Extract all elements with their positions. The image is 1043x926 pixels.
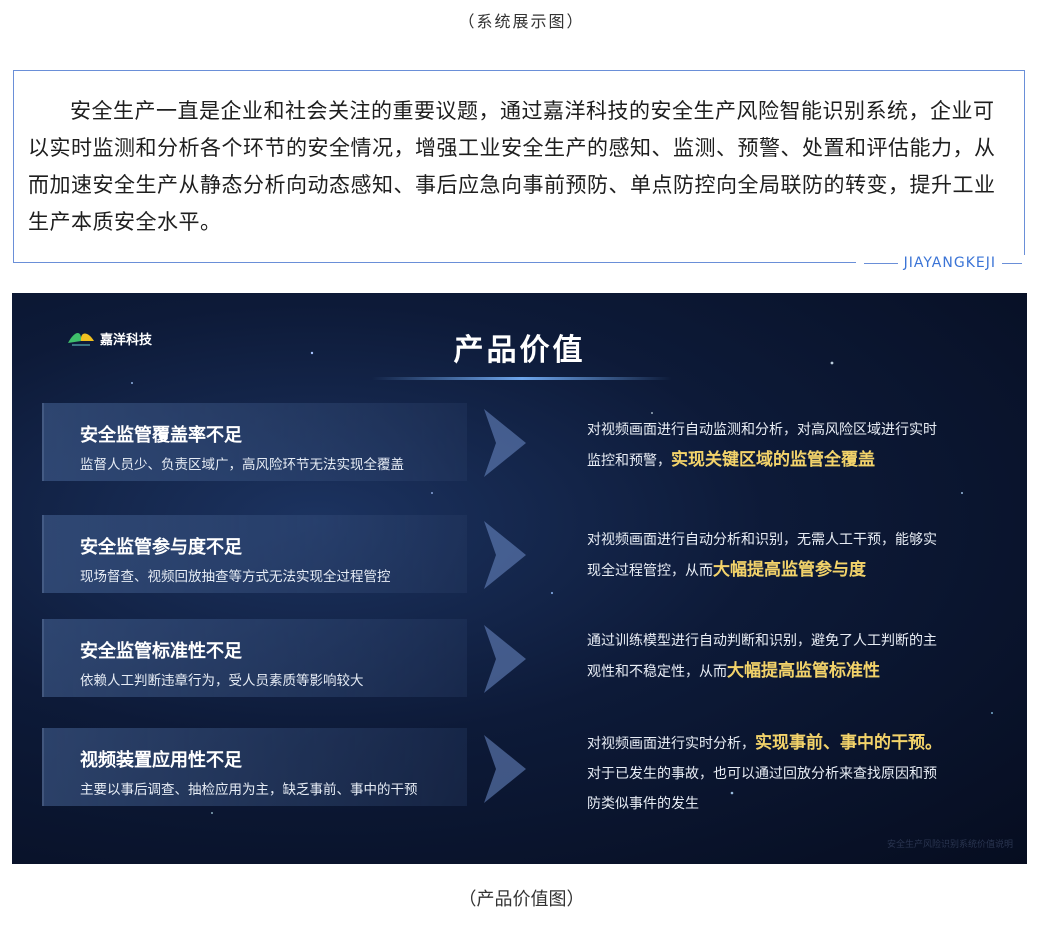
chevron-right-icon [484, 521, 526, 589]
problem-desc: 现场督查、视频回放抽查等方式无法实现全过程管控 [80, 569, 391, 585]
title-underline-glow [372, 377, 672, 380]
value-line-text: 对视频画面进行自动分析和识别，无需人工干预，能够实 [587, 532, 937, 548]
value-line-text: 现全过程管控，从而 [587, 563, 713, 579]
value-highlight: 大幅提高监管标准性 [727, 661, 880, 681]
product-value-slide: 嘉洋科技 产品价值 安全监管覆盖率不足 监督人员少、负责区域广，高风险环节无法实… [12, 293, 1027, 864]
problem-card-standard: 安全监管标准性不足 依赖人工判断违章行为，受人员素质等影响较大 [42, 619, 467, 697]
chevron-right-icon [484, 409, 526, 477]
value-highlight: 大幅提高监管参与度 [713, 560, 866, 580]
slide-watermark: 安全生产风险识别系统价值说明 [886, 840, 1013, 850]
problem-title: 安全监管参与度不足 [80, 537, 242, 558]
value-text-application: 对视频画面进行实时分析，实现事前、事中的干预。 对于已发生的事故，也可以通过回放… [587, 728, 977, 819]
value-text-coverage: 对视频画面进行自动监测和分析，对高风险区域进行实时 监控和预警，实现关键区域的监… [587, 415, 977, 476]
value-line: 对于已发生的事故，也可以通过回放分析来查找原因和预 [587, 759, 977, 789]
brand-tag: JIAYANGKEJI [855, 255, 1026, 271]
problem-title: 视频装置应用性不足 [80, 750, 242, 771]
top-caption: （系统展示图） [458, 12, 585, 31]
value-line-text: 监控和预警， [587, 453, 671, 469]
value-line: 监控和预警，实现关键区域的监管全覆盖 [587, 445, 977, 476]
chevron-right-icon [484, 735, 526, 803]
problem-card-application: 视频装置应用性不足 主要以事后调查、抽检应用为主，缺乏事前、事中的干预 [42, 728, 467, 806]
problem-card-participation: 安全监管参与度不足 现场督查、视频回放抽查等方式无法实现全过程管控 [42, 515, 467, 593]
problem-title: 安全监管标准性不足 [80, 641, 242, 662]
value-line: 观性和不稳定性，从而大幅提高监管标准性 [587, 656, 977, 687]
value-text-participation: 对视频画面进行自动分析和识别，无需人工干预，能够实 现全过程管控，从而大幅提高监… [587, 525, 977, 586]
divider-left [863, 262, 898, 264]
value-line-text: 对于已发生的事故，也可以通过回放分析来查找原因和预 [587, 766, 937, 782]
problem-desc: 监督人员少、负责区域广，高风险环节无法实现全覆盖 [80, 457, 404, 473]
problem-desc: 依赖人工判断违章行为，受人员素质等影响较大 [80, 673, 364, 689]
value-line-text: 观性和不稳定性，从而 [587, 664, 727, 680]
problem-title: 安全监管覆盖率不足 [80, 425, 242, 446]
slide-title: 产品价值 [453, 333, 586, 368]
chevron-right-icon [484, 625, 526, 693]
value-line: 对视频画面进行自动分析和识别，无需人工干预，能够实 [587, 525, 977, 555]
value-line-text: 通过训练模型进行自动判断和识别，避免了人工判断的主 [587, 633, 937, 649]
problem-desc: 主要以事后调查、抽检应用为主，缺乏事前、事中的干预 [80, 782, 418, 798]
divider-right [1002, 262, 1022, 264]
brand-tag-label: JIAYANGKEJI [903, 255, 996, 271]
problem-card-coverage: 安全监管覆盖率不足 监督人员少、负责区域广，高风险环节无法实现全覆盖 [42, 403, 467, 481]
value-line: 现全过程管控，从而大幅提高监管参与度 [587, 555, 977, 586]
value-line: 对视频画面进行实时分析，实现事前、事中的干预。 [587, 728, 977, 759]
value-line: 防类似事件的发生 [587, 789, 977, 819]
value-highlight: 实现关键区域的监管全覆盖 [671, 450, 875, 470]
value-line: 对视频画面进行自动监测和分析，对高风险区域进行实时 [587, 415, 977, 445]
value-line-text: 对视频画面进行实时分析， [587, 736, 755, 752]
bottom-caption: （产品价值图） [458, 889, 585, 910]
value-highlight: 实现事前、事中的干预。 [755, 733, 942, 753]
value-text-standard: 通过训练模型进行自动判断和识别，避免了人工判断的主 观性和不稳定性，从而大幅提高… [587, 626, 977, 687]
value-line: 通过训练模型进行自动判断和识别，避免了人工判断的主 [587, 626, 977, 656]
value-line-text: 对视频画面进行自动监测和分析，对高风险区域进行实时 [587, 422, 937, 438]
intro-quote-box: 安全生产一直是企业和社会关注的重要议题，通过嘉洋科技的安全生产风险智能识别系统，… [13, 70, 1026, 271]
intro-paragraph: 安全生产一直是企业和社会关注的重要议题，通过嘉洋科技的安全生产风险智能识别系统，… [28, 99, 996, 234]
value-line-text: 防类似事件的发生 [587, 796, 699, 812]
